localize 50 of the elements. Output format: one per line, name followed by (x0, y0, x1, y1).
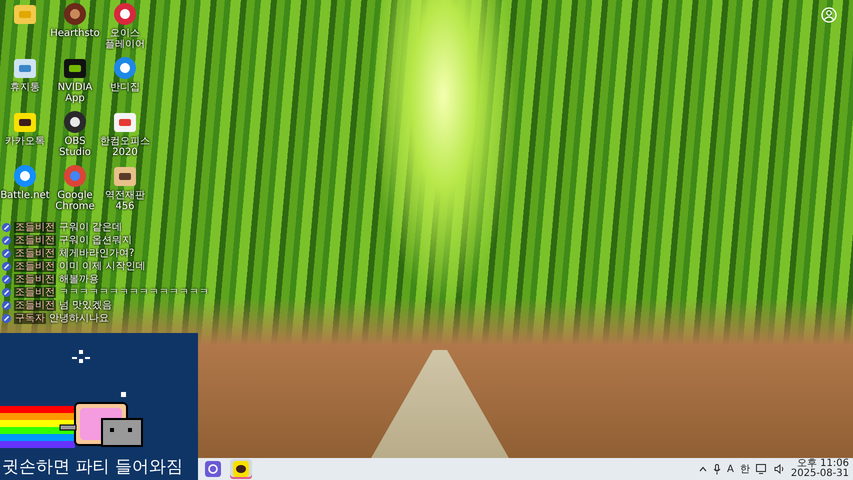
microphone-icon[interactable] (713, 464, 722, 474)
icon-label[interactable]: 휴지통 (0, 82, 50, 93)
taskbar-app[interactable] (202, 459, 224, 479)
folder-icon[interactable] (13, 2, 37, 26)
icon-label[interactable]: 카카오톡 (0, 136, 50, 147)
pencil-icon (2, 314, 11, 323)
chat-message: 체게바라인가여? (59, 248, 134, 259)
pencil-icon (2, 275, 11, 284)
icon-label[interactable]: 오이스 플레이어 (100, 28, 150, 50)
icon-label[interactable]: Battle.net (0, 190, 50, 201)
chevron-up-icon[interactable] (699, 466, 708, 472)
app-icon[interactable] (13, 164, 37, 188)
chat-message: 넘 맛있겠음 (59, 300, 112, 311)
app-icon[interactable] (63, 56, 87, 80)
monitor-icon[interactable] (756, 464, 768, 474)
icon-label[interactable]: Hearthsto (50, 28, 100, 39)
speaker-icon[interactable] (774, 464, 785, 474)
overlay-caption: 귓손하면 파티 들어와짐 (2, 457, 183, 477)
app-icon[interactable] (113, 110, 137, 134)
pencil-icon (2, 236, 11, 245)
chat-message: 구워이 옵션뭐지 (59, 235, 132, 246)
app-icon[interactable] (113, 2, 137, 26)
pencil-icon (2, 301, 11, 310)
game-icon[interactable] (113, 164, 137, 188)
clock-time[interactable]: 오후 11:06 (797, 459, 849, 469)
chrome-icon[interactable] (63, 164, 87, 188)
language-indicator[interactable]: 한 (740, 462, 750, 476)
pencil-icon (2, 262, 11, 271)
chat-message: 안녕하시나요 (49, 313, 109, 324)
clock-date[interactable]: 2025-08-31 (790, 469, 849, 479)
icon-label[interactable]: NVIDIA App (50, 82, 100, 104)
icon-label[interactable]: 반디집 (100, 82, 150, 93)
chat-username: 구독자 (14, 313, 46, 324)
user-icon[interactable] (821, 7, 837, 23)
icon-label[interactable]: 역전재판 456 (100, 190, 150, 212)
chat-message: 구워이 같은데 (59, 222, 122, 233)
icon-label[interactable]: Google Chrome (50, 190, 100, 212)
icon-label[interactable]: 한컴오피스 2020 (100, 136, 150, 158)
pencil-icon (2, 249, 11, 258)
input-mode-indicator[interactable]: A (727, 464, 734, 474)
avatar-icon[interactable] (63, 2, 87, 26)
pencil-icon (2, 223, 11, 232)
chat-message: 이미 이제 시작인데 (59, 261, 146, 272)
app-icon[interactable] (63, 110, 87, 134)
taskbar-app[interactable] (230, 459, 252, 479)
icon-label[interactable]: OBS Studio (50, 136, 100, 158)
pencil-icon (2, 288, 11, 297)
app-icon (205, 461, 221, 477)
chat-message: 해볼까용 (59, 274, 99, 285)
chat-message: ㅋㅋㅋㅋㅋㅋㅋㅋㅋㅋㅋㅋㅋㅋㅋ (59, 287, 209, 298)
